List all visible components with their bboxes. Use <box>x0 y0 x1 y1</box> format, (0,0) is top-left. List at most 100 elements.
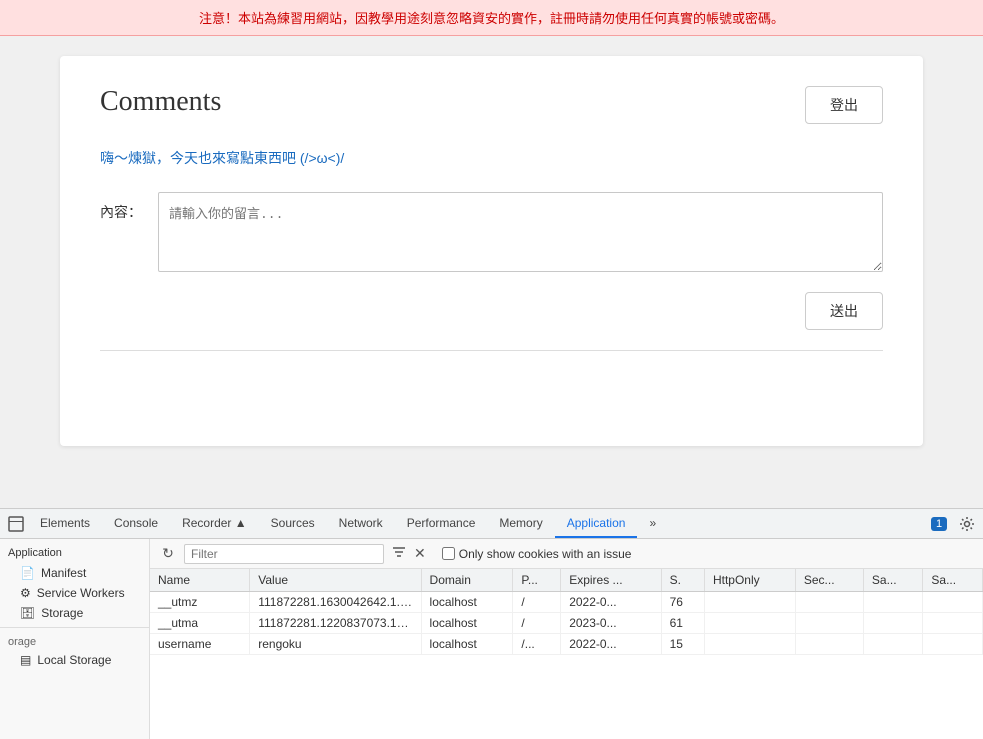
filter-clear-button[interactable]: ✕ <box>412 543 428 564</box>
sidebar-item-local-storage-label: Local Storage <box>37 653 111 667</box>
warning-banner: 注意！本站為練習用網站，因教學用途刻意忽略資安的實作，註冊時請勿使用任何真實的帳… <box>0 0 983 36</box>
warning-text: 注意！本站為練習用網站，因教學用途刻意忽略資安的實作，註冊時請勿使用任何真實的帳… <box>199 11 784 26</box>
table-row[interactable]: __utma111872281.1220837073.1630...localh… <box>150 613 983 634</box>
devtools-body: Application 📄 Manifest ⚙ Service Workers… <box>0 539 983 739</box>
devtools-main-content: ↻ ✕ Only show cookies with an issue <box>150 539 983 739</box>
col-httponly: HttpOnly <box>704 569 795 592</box>
page-title: Comments <box>100 86 883 118</box>
manifest-icon: 📄 <box>20 566 35 580</box>
tab-elements[interactable]: Elements <box>28 509 102 538</box>
col-expires: Expires ... <box>561 569 661 592</box>
cookies-table: Name Value Domain P... Expires ... S. Ht… <box>150 569 983 655</box>
table-cell: __utma <box>150 613 250 634</box>
tab-more[interactable]: » <box>637 509 668 538</box>
tab-console[interactable]: Console <box>102 509 170 538</box>
col-sec: Sec... <box>795 569 863 592</box>
table-cell: localhost <box>421 613 513 634</box>
storage-icon: 🗄 <box>20 606 35 620</box>
filter-input[interactable] <box>184 544 384 564</box>
sidebar-item-manifest-label: Manifest <box>41 566 86 580</box>
table-cell: / <box>513 613 561 634</box>
sidebar-item-storage-label: Storage <box>41 606 83 620</box>
show-issues-checkbox[interactable] <box>442 547 455 560</box>
notification-badge: 1 <box>931 517 947 531</box>
table-cell: 61 <box>661 613 704 634</box>
sidebar-item-local-storage[interactable]: ▤ Local Storage <box>0 650 149 670</box>
submit-button[interactable]: 送出 <box>805 292 883 330</box>
filter-refresh-button[interactable]: ↻ <box>158 544 178 564</box>
sidebar-item-manifest[interactable]: 📄 Manifest <box>0 563 149 583</box>
devtools-panel: Elements Console Recorder ▲ Sources Netw… <box>0 508 983 738</box>
table-cell <box>704 634 795 655</box>
notification-button[interactable]: 1 <box>927 512 951 536</box>
table-cell: username <box>150 634 250 655</box>
table-cell: localhost <box>421 634 513 655</box>
sidebar-item-service-workers-label: Service Workers <box>37 586 125 600</box>
table-cell: 2023-0... <box>561 613 661 634</box>
table-cell <box>923 613 983 634</box>
page-content: Comments 登出 嗨～煉獄，今天也來寫點東西吧 (/>ω<)/ 內容： 送… <box>60 56 923 446</box>
filter-icons: ✕ <box>390 543 428 564</box>
sidebar-scroll: Application 📄 Manifest ⚙ Service Workers… <box>0 543 149 739</box>
devtools-tab-bar: Elements Console Recorder ▲ Sources Netw… <box>0 509 983 539</box>
table-cell: / <box>513 592 561 613</box>
service-workers-icon: ⚙ <box>20 586 31 600</box>
comment-form-row: 內容： <box>100 192 883 272</box>
table-cell: 111872281.1220837073.1630... <box>250 613 421 634</box>
local-storage-icon: ▤ <box>20 653 31 667</box>
col-path: P... <box>513 569 561 592</box>
col-name: Name <box>150 569 250 592</box>
table-cell <box>704 592 795 613</box>
table-cell: 76 <box>661 592 704 613</box>
table-row[interactable]: usernamerengokulocalhost/...2022-0...15 <box>150 634 983 655</box>
filter-bar: ↻ ✕ Only show cookies with an issue <box>150 539 983 569</box>
table-cell: /... <box>513 634 561 655</box>
tab-performance[interactable]: Performance <box>395 509 488 538</box>
table-cell: 2022-0... <box>561 634 661 655</box>
table-cell <box>704 613 795 634</box>
filter-options-button[interactable] <box>390 543 408 564</box>
col-size: S. <box>661 569 704 592</box>
table-cell: 2022-0... <box>561 592 661 613</box>
filter-checkbox-area: Only show cookies with an issue <box>442 547 632 561</box>
col-sa1: Sa... <box>863 569 923 592</box>
table-cell <box>795 634 863 655</box>
col-sa2: Sa... <box>923 569 983 592</box>
table-cell: 15 <box>661 634 704 655</box>
table-cell: __utmz <box>150 592 250 613</box>
tab-network[interactable]: Network <box>327 509 395 538</box>
logout-button[interactable]: 登出 <box>805 86 883 124</box>
show-issues-label: Only show cookies with an issue <box>459 547 632 561</box>
table-cell: 111872281.1630042642.1.1.ut... <box>250 592 421 613</box>
devtools-sidebar: Application 📄 Manifest ⚙ Service Workers… <box>0 539 150 739</box>
sidebar-item-storage[interactable]: 🗄 Storage <box>0 603 149 623</box>
col-value: Value <box>250 569 421 592</box>
table-cell <box>863 634 923 655</box>
cookies-table-scroll: Name Value Domain P... Expires ... S. Ht… <box>150 569 983 739</box>
table-cell: rengoku <box>250 634 421 655</box>
content-label: 內容： <box>100 192 142 222</box>
table-row[interactable]: __utmz111872281.1630042642.1.1.ut...loca… <box>150 592 983 613</box>
table-cell <box>863 613 923 634</box>
tab-recorder[interactable]: Recorder ▲ <box>170 509 259 538</box>
divider <box>100 350 883 351</box>
col-domain: Domain <box>421 569 513 592</box>
devtools-toolbar-icons: 1 <box>927 512 979 536</box>
tab-sources[interactable]: Sources <box>259 509 327 538</box>
sidebar-section-application[interactable]: Application <box>0 543 149 563</box>
tab-application[interactable]: Application <box>555 509 638 538</box>
greeting-link[interactable]: 嗨～煉獄，今天也來寫點東西吧 (/>ω<)/ <box>100 148 883 168</box>
table-cell <box>923 634 983 655</box>
table-cell <box>795 613 863 634</box>
devtools-dock-icon[interactable] <box>4 512 28 536</box>
tab-memory[interactable]: Memory <box>487 509 554 538</box>
comment-textarea[interactable] <box>158 192 883 272</box>
sidebar-item-service-workers[interactable]: ⚙ Service Workers <box>0 583 149 603</box>
table-cell: localhost <box>421 592 513 613</box>
table-cell <box>863 592 923 613</box>
table-header-row: Name Value Domain P... Expires ... S. Ht… <box>150 569 983 592</box>
sidebar-storage-section: orage <box>0 627 149 650</box>
table-cell <box>795 592 863 613</box>
settings-button[interactable] <box>955 512 979 536</box>
table-cell <box>923 592 983 613</box>
